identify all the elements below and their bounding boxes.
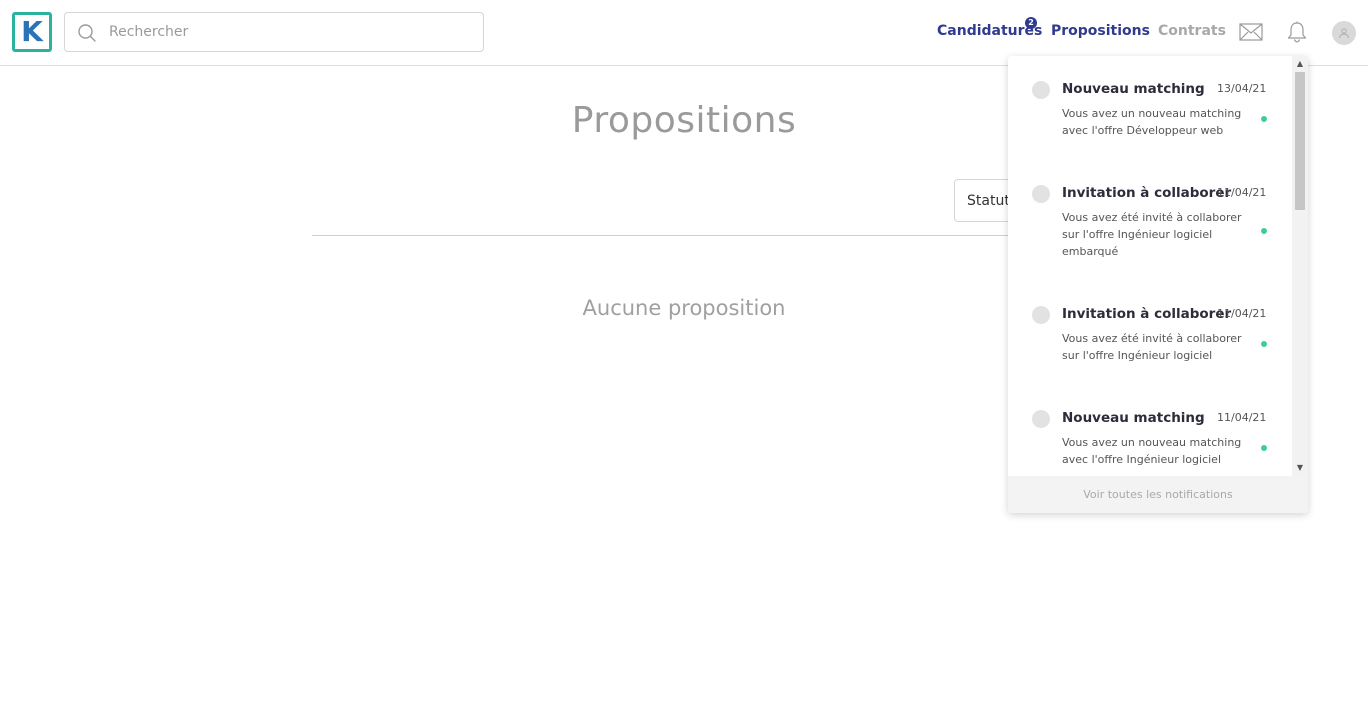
bell-icon[interactable] (1285, 20, 1309, 44)
notification-date: 11/04/21 (1217, 411, 1267, 424)
user-avatar[interactable] (1332, 21, 1356, 45)
search-icon (78, 24, 96, 42)
notification-text: Vous avez un nouveau matching avec l'off… (1062, 107, 1242, 137)
mail-icon[interactable] (1239, 22, 1263, 42)
nav-propositions[interactable]: Propositions (1051, 23, 1150, 39)
scroll-down-arrow-icon[interactable]: ▼ (1292, 460, 1308, 476)
notification-text: Vous avez été invité à collaborer sur l'… (1062, 211, 1242, 258)
notification-title: Invitation à collaborer (1062, 185, 1232, 201)
notification-title: Invitation à collaborer (1062, 306, 1232, 322)
notification-date: 11/04/21 (1217, 307, 1267, 320)
notification-date: 13/04/21 (1217, 82, 1267, 95)
user-icon (1339, 28, 1349, 39)
notification-date: 11/04/21 (1217, 186, 1267, 199)
see-all-notifications-link[interactable]: Voir toutes les notifications (1008, 476, 1308, 513)
unread-dot-icon (1261, 445, 1267, 451)
logo-letter: K (21, 15, 43, 48)
notification-title: Nouveau matching (1062, 81, 1205, 97)
notifications-list: Nouveau matching 13/04/21 Vous avez un n… (1008, 56, 1292, 476)
notification-title: Nouveau matching (1062, 410, 1205, 426)
candidatures-badge: 2 (1025, 17, 1037, 29)
divider (312, 235, 1032, 236)
notification-avatar (1032, 306, 1050, 324)
notification-avatar (1032, 410, 1050, 428)
notifications-dropdown: Nouveau matching 13/04/21 Vous avez un n… (1008, 56, 1308, 513)
app-logo[interactable]: K (12, 12, 52, 52)
unread-dot-icon (1261, 228, 1267, 234)
nav-contrats[interactable]: Contrats (1158, 23, 1226, 39)
notification-text: Vous avez un nouveau matching avec l'off… (1062, 436, 1242, 466)
notification-text: Vous avez été invité à collaborer sur l'… (1062, 332, 1242, 362)
notification-avatar (1032, 185, 1050, 203)
notifications-scrollbar[interactable]: ▲ ▼ (1292, 56, 1308, 476)
scrollbar-thumb[interactable] (1295, 72, 1305, 210)
scroll-up-arrow-icon[interactable]: ▲ (1292, 56, 1308, 72)
search-input[interactable] (109, 13, 469, 51)
notification-avatar (1032, 81, 1050, 99)
unread-dot-icon (1261, 341, 1267, 347)
search-box[interactable] (64, 12, 484, 52)
unread-dot-icon (1261, 116, 1267, 122)
